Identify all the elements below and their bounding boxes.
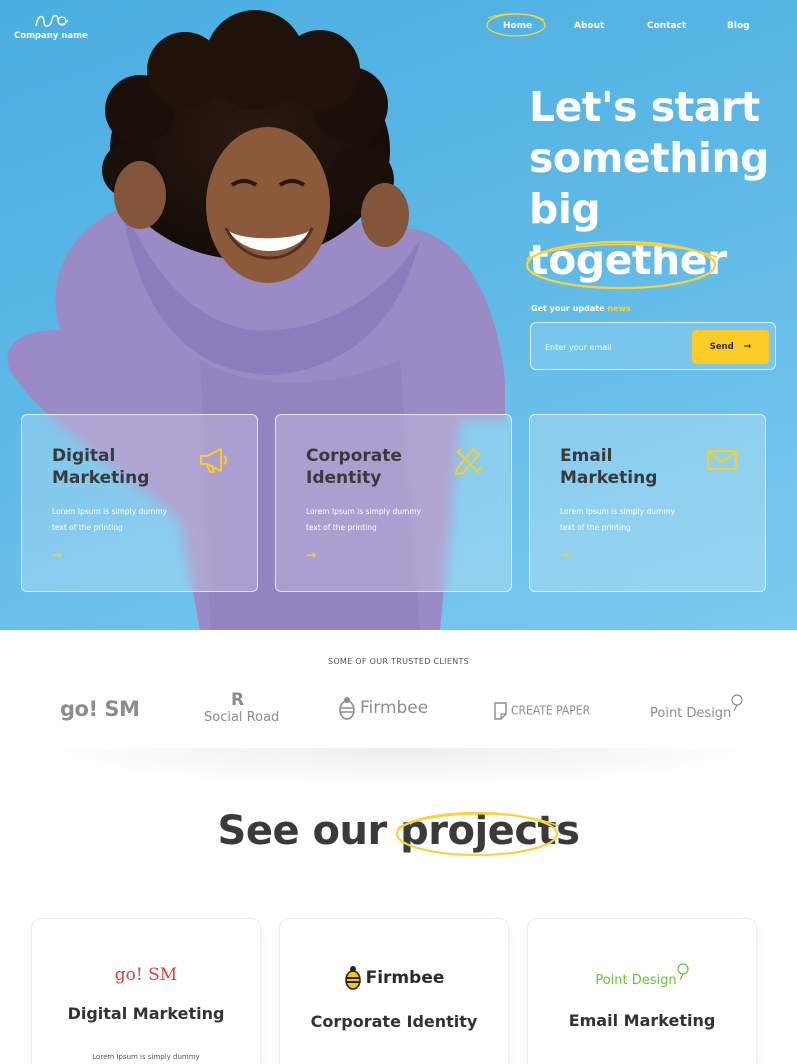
firmbee-text: Firmbee [365, 968, 445, 988]
social-road-text: Social Road [204, 710, 280, 725]
service-title: Email Marketing [560, 446, 658, 488]
hero-headline: Let's start something big together [525, 82, 789, 290]
client-logo-gosm: go! SM [60, 697, 140, 721]
company-name: Company name [14, 31, 88, 41]
service-text: Lorem Ipsum is simply dummy text of the … [560, 507, 676, 532]
arrow-right-icon[interactable]: → [306, 548, 316, 562]
clients-shadow [30, 748, 770, 788]
newsletter-subtitle: Get your update news [531, 304, 631, 313]
logo-mark-icon [35, 14, 69, 27]
point-design-text: Point Design [595, 973, 677, 988]
subtitle-prefix: Get your update [531, 304, 608, 313]
headline-line-2: something [529, 134, 769, 182]
company-logo[interactable]: Company name [14, 12, 94, 41]
headline-line-1: Let's start [529, 83, 760, 131]
project-card-email-marketing[interactable]: Point Design Email Marketing [527, 918, 757, 1064]
project-name: Email Marketing [568, 1011, 716, 1030]
nav-home[interactable]: Home [503, 21, 532, 31]
project-name: Digital Marketing [67, 1004, 225, 1023]
arrow-right-icon[interactable]: → [52, 548, 62, 562]
send-button[interactable]: Send → [692, 330, 769, 364]
service-title: Digital Marketing [52, 446, 150, 488]
bee-icon [339, 697, 355, 720]
project-card-corporate-identity[interactable]: Firmbee Corporate Identity [279, 918, 509, 1064]
arrow-right-icon: → [743, 342, 752, 352]
project-logo-point-design: Point Design [528, 963, 756, 988]
client-logo-point-design: Point Design [650, 694, 743, 721]
service-text: Lorem Ipsum is simply dummy text of the … [306, 507, 422, 532]
paper-icon [494, 702, 507, 720]
firmbee-text: Firmbee [360, 698, 429, 718]
client-logo-create-paper: CREATE PAPER [494, 702, 590, 720]
project-logo-firmbee: Firmbee [280, 965, 508, 991]
point-design-text: Point Design [650, 706, 732, 721]
service-card-digital-marketing[interactable]: Digital Marketing Lorem Ipsum is simply … [21, 414, 258, 592]
project-text: Lorem Ipsum is simply dummy [92, 1053, 200, 1061]
project-name: Corporate Identity [310, 1012, 478, 1031]
nav-blog[interactable]: Blog [727, 21, 750, 31]
create-paper-text: CREATE PAPER [511, 703, 591, 718]
service-title: Corporate Identity [306, 446, 402, 488]
email-input[interactable] [545, 339, 685, 355]
envelope-icon [707, 450, 737, 470]
client-logo-social-road: R Social Road [204, 690, 284, 725]
nav-about[interactable]: About [574, 21, 604, 31]
client-logo-firmbee: Firmbee [338, 696, 428, 720]
headline-line-3: big [529, 185, 601, 233]
project-logo-gosm: go! SM [114, 965, 178, 985]
hero-section: Company name Home About Contact Blog Let… [0, 0, 797, 630]
arrow-right-icon[interactable]: → [560, 548, 570, 562]
social-road-mark: R [231, 690, 245, 710]
project-card-digital-marketing[interactable]: go! SM Digital Marketing Lorem Ipsum is … [31, 918, 261, 1064]
nav-contact[interactable]: Contact [647, 21, 686, 31]
send-label: Send [709, 342, 734, 352]
newsletter-form: Send → [530, 322, 776, 370]
projects-highlight-circle-icon [395, 811, 559, 857]
together-highlight-circle-icon [525, 240, 718, 290]
trusted-clients-section: SOME OF OUR TRUSTED CLIENTS go! SM R Soc… [0, 630, 797, 750]
clients-title: SOME OF OUR TRUSTED CLIENTS [327, 657, 470, 666]
subtitle-highlight: news [607, 304, 631, 313]
balloon-icon [677, 963, 689, 981]
balloon-icon [731, 694, 743, 712]
service-text: Lorem Ipsum is simply dummy text of the … [52, 507, 168, 532]
main-nav: Home About Contact Blog [486, 13, 770, 37]
pencil-ruler-icon [455, 448, 482, 475]
bee-icon [344, 966, 361, 990]
service-card-email-marketing[interactable]: Email Marketing Lorem Ipsum is simply du… [529, 414, 766, 592]
megaphone-icon [200, 448, 228, 473]
service-card-corporate-identity[interactable]: Corporate Identity Lorem Ipsum is simply… [275, 414, 512, 592]
